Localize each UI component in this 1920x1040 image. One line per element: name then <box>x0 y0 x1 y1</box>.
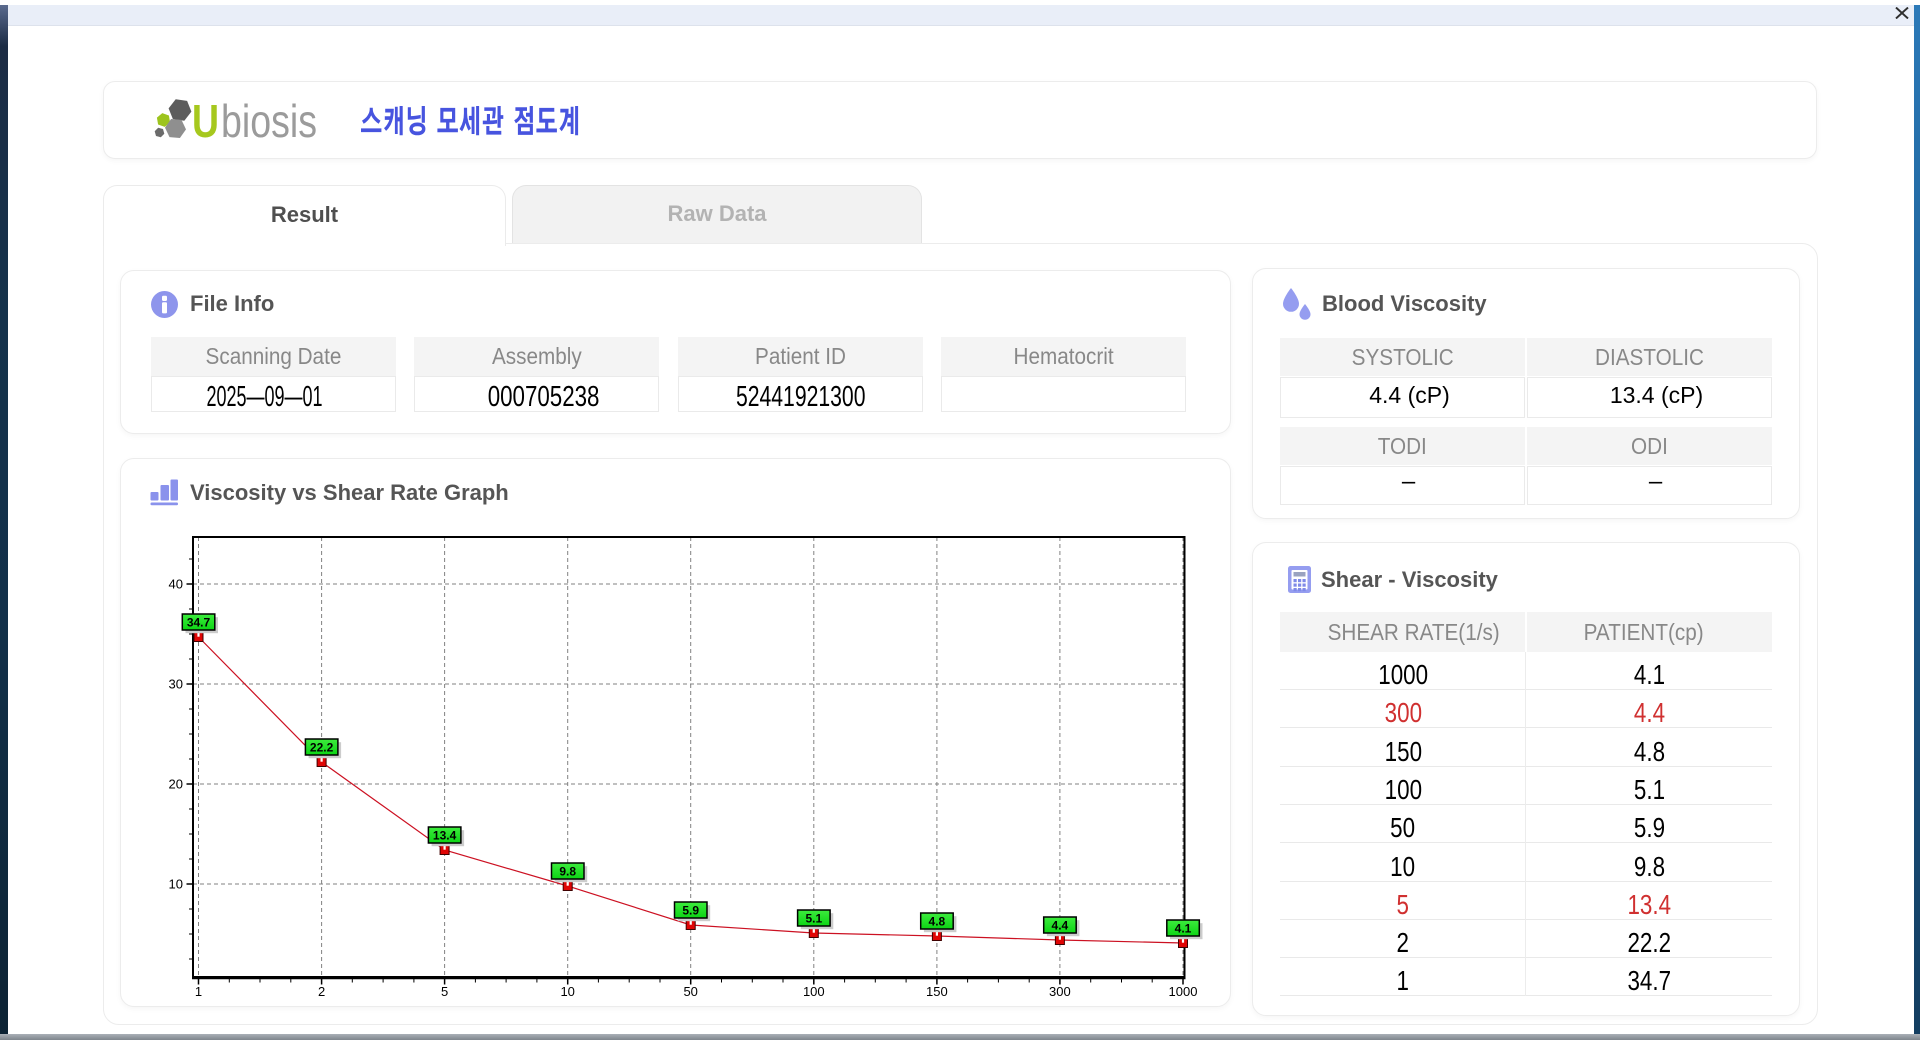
svg-text:1000: 1000 <box>1169 984 1198 999</box>
svg-text:13.4: 13.4 <box>433 828 457 842</box>
svg-text:30: 30 <box>169 677 183 692</box>
svg-text:100: 100 <box>803 984 825 999</box>
svg-text:22.2: 22.2 <box>310 740 334 754</box>
svg-text:20: 20 <box>169 777 183 792</box>
svg-text:biosis: biosis <box>221 95 317 147</box>
svg-text:34.7: 34.7 <box>187 615 211 629</box>
svg-text:5: 5 <box>441 984 448 999</box>
svg-text:4.1: 4.1 <box>1175 921 1192 935</box>
svg-text:40: 40 <box>169 577 183 592</box>
svg-text:10: 10 <box>560 984 574 999</box>
svg-text:4.4: 4.4 <box>1052 918 1069 932</box>
svg-text:5.9: 5.9 <box>682 903 699 917</box>
svg-text:4.8: 4.8 <box>929 914 946 928</box>
svg-text:5.1: 5.1 <box>805 911 822 925</box>
svg-text:300: 300 <box>1049 984 1071 999</box>
svg-text:1: 1 <box>195 984 202 999</box>
svg-text:9.8: 9.8 <box>559 864 576 878</box>
svg-text:150: 150 <box>926 984 948 999</box>
svg-text:10: 10 <box>169 877 183 892</box>
svg-text:50: 50 <box>683 984 697 999</box>
svg-text:U: U <box>192 95 219 147</box>
svg-text:2: 2 <box>318 984 325 999</box>
